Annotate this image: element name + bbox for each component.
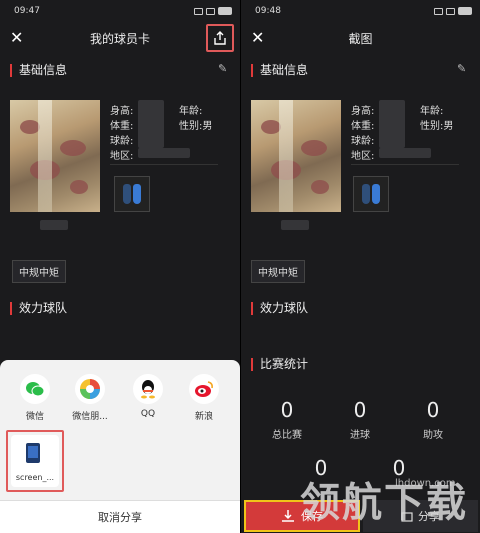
stat-label: 助攻 <box>423 430 443 441</box>
label-age: 年龄: <box>420 106 444 117</box>
stat-value: 0 <box>280 398 294 422</box>
status-bar: 09:48 <box>241 0 480 22</box>
section-stats: 比赛统计 <box>251 358 308 371</box>
edit-icon[interactable]: ✎ <box>457 62 466 75</box>
status-bar: 09:47 <box>0 0 240 22</box>
section-basic-info: 基础信息 <box>251 64 308 77</box>
label-height: 身高: <box>110 106 134 117</box>
wifi-icon <box>446 7 455 15</box>
share-moments[interactable]: 微信朋... <box>68 374 112 422</box>
wifi-icon <box>206 7 215 15</box>
label-years: 球龄: <box>351 136 375 147</box>
share-qq-label: QQ <box>140 409 156 419</box>
label-years: 球龄: <box>110 136 134 147</box>
stat-label: 进球 <box>350 430 370 441</box>
section-basic-info: 基础信息 <box>10 64 67 77</box>
share-wechat-label: 微信 <box>25 412 44 422</box>
stat-goals: 0 进球 <box>330 398 390 441</box>
divider <box>110 164 218 165</box>
stat-value: 0 <box>426 398 440 422</box>
right-foot-icon <box>372 184 380 204</box>
share-export-icon <box>214 31 226 45</box>
label-weight: 体重: <box>351 121 375 132</box>
share-weibo-label: 新浪 <box>194 412 213 422</box>
section-team: 效力球队 <box>251 302 308 315</box>
nav-bar: ✕ 截图 <box>241 22 480 54</box>
right-screen: 09:48 ✕ 截图 基础信息 ✎ 身高: 体重: 球龄: 地区: 年龄: 性别… <box>241 0 480 533</box>
download-icon <box>282 510 294 522</box>
wechat-icon <box>26 382 45 397</box>
info-values-blurred <box>379 100 405 148</box>
status-time: 09:48 <box>255 6 281 16</box>
share-wechat[interactable]: 微信 <box>13 374 57 422</box>
status-time: 09:47 <box>14 6 40 16</box>
close-icon[interactable]: ✕ <box>251 28 264 47</box>
screenshot-file[interactable]: screen_... <box>11 435 59 487</box>
label-weight: 体重: <box>110 121 134 132</box>
stat-assists: 0 助攻 <box>403 398 463 441</box>
player-name-blurred <box>281 220 309 230</box>
close-icon[interactable]: ✕ <box>10 28 23 47</box>
section-team: 效力球队 <box>10 302 67 315</box>
region-value-blurred <box>138 148 190 158</box>
battery-icon <box>218 7 232 15</box>
foot-preference <box>353 176 389 212</box>
battery-icon <box>458 7 472 15</box>
cancel-share-label: 取消分享 <box>98 511 142 524</box>
position-tag: 中规中矩 <box>12 260 66 283</box>
player-name-blurred <box>40 220 68 230</box>
label-age: 年龄: <box>179 106 203 117</box>
region-value-blurred <box>379 148 431 158</box>
left-foot-icon <box>362 184 370 204</box>
nav-bar: ✕ 我的球员卡 <box>0 22 240 54</box>
player-photo <box>251 100 341 212</box>
page-title: 截图 <box>348 31 373 46</box>
share-moments-label: 微信朋... <box>72 412 108 422</box>
label-region: 地区: <box>351 151 375 162</box>
signal-icon <box>194 7 203 15</box>
share-weibo[interactable]: 新浪 <box>182 374 226 422</box>
cancel-share-button[interactable]: 取消分享 <box>0 500 240 533</box>
stat-value: 0 <box>353 398 367 422</box>
position-tag: 中规中矩 <box>251 260 305 283</box>
watermark-url: lhdown.com <box>395 478 456 489</box>
signal-icon <box>434 7 443 15</box>
file-label: screen_... <box>15 473 55 482</box>
label-region: 地区: <box>110 151 134 162</box>
left-screen: 09:47 ✕ 我的球员卡 基础信息 ✎ 身高: 体重: 球龄: 地区: 年龄:… <box>0 0 240 533</box>
status-icons <box>194 7 232 15</box>
share-qq[interactable]: QQ <box>126 374 170 419</box>
right-foot-icon <box>133 184 141 204</box>
stat-total-matches: 0 总比赛 <box>257 398 317 441</box>
weibo-icon <box>195 381 213 397</box>
label-gender: 性别:男 <box>420 121 454 132</box>
share-button[interactable] <box>206 24 234 52</box>
info-values-blurred <box>138 100 164 148</box>
label-height: 身高: <box>351 106 375 117</box>
divider <box>351 164 459 165</box>
label-gender: 性别:男 <box>179 121 213 132</box>
stat-label: 总比赛 <box>272 430 302 441</box>
moments-icon <box>80 379 100 399</box>
player-photo <box>10 100 100 212</box>
edit-icon[interactable]: ✎ <box>218 62 227 75</box>
foot-preference <box>114 176 150 212</box>
left-foot-icon <box>123 184 131 204</box>
file-thumbnail-icon <box>26 443 40 463</box>
status-icons <box>434 7 472 15</box>
page-title: 我的球员卡 <box>89 31 150 46</box>
qq-icon <box>141 380 155 399</box>
screenshot-file-highlight[interactable]: screen_... <box>6 430 64 492</box>
